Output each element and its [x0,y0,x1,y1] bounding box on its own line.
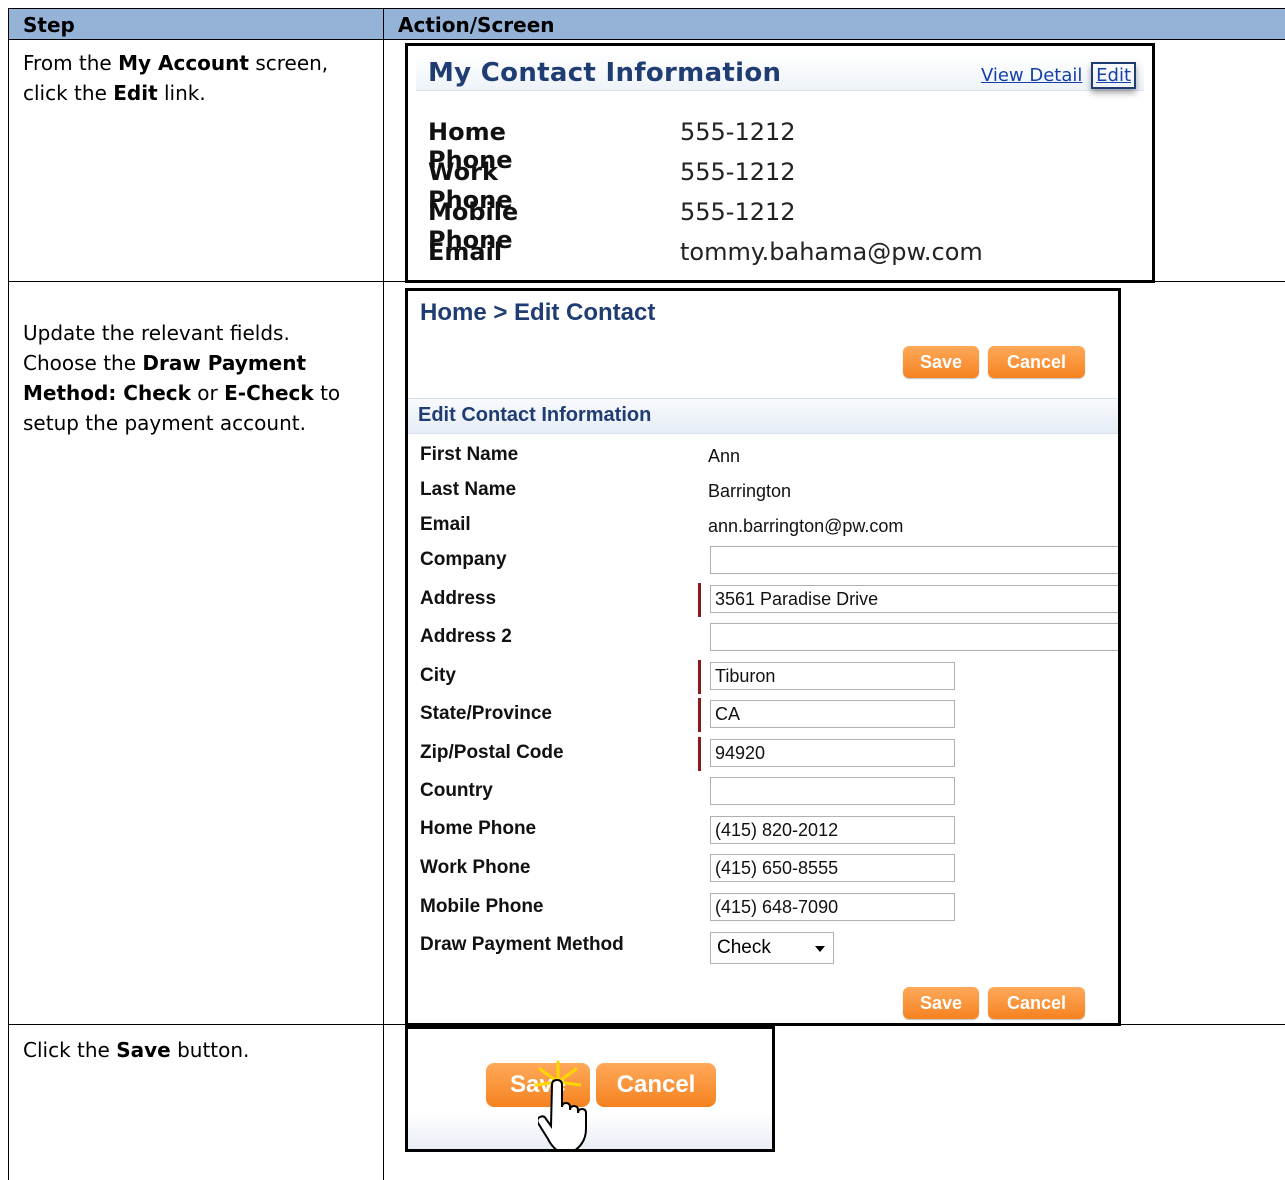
step-bold-text: Edit [113,81,158,105]
contact-value: tommy.bahama@pw.com [680,238,983,266]
address-input[interactable]: 3561 Paradise Drive [710,585,1118,613]
save-button[interactable]: Save [903,987,979,1019]
edit-link-highlight: Edit [1091,62,1136,89]
required-marker [698,737,701,771]
draw-payment-value: Check [717,937,771,958]
first-name-value: Ann [708,446,741,466]
step-2-text: Update the relevant fields. Choose the D… [23,318,368,438]
cancel-button[interactable]: Cancel [988,987,1085,1019]
section-header: Edit Contact Information [408,398,1118,434]
work-phone-label: Work Phone [420,857,531,878]
view-detail-link[interactable]: View Detail [981,65,1082,86]
state-input[interactable]: CA [710,700,955,728]
table-header: Step Action/Screen [8,8,1285,40]
draw-payment-label: Draw Payment Method [420,934,624,955]
required-marker [698,583,701,617]
table-left-border [8,8,9,1180]
contact-label: Email [428,238,503,266]
contact-info-header: My Contact Information View Detail Edit [416,54,1144,91]
contact-info-screenshot: My Contact Information View Detail Edit … [405,43,1155,283]
state-label: State/Province [420,703,552,724]
last-name-value: Barrington [708,481,792,501]
country-label: Country [420,780,493,801]
step-text-segment: From the [23,51,119,75]
home-phone-label: Home Phone [420,818,537,839]
city-input[interactable]: Tiburon [710,662,955,690]
work-phone-input[interactable]: (415) 650-8555 [710,854,955,882]
required-marker [698,698,701,732]
email-label: Email [420,514,471,535]
company-input[interactable] [710,546,1118,574]
contact-value: 555-1212 [680,158,796,186]
email-value: ann.barrington@pw.com [708,516,904,536]
mobile-phone-input[interactable]: (415) 648-7090 [710,893,955,921]
section-title: Edit Contact Information [418,404,652,426]
step-text-segment: link. [157,81,206,105]
step-bold-text: Save [116,1038,171,1062]
company-label: Company [420,549,507,570]
chevron-down-icon [815,946,825,952]
instruction-table: Step Action/Screen From the My Account s… [8,8,1285,1180]
last-name-label: Last Name [420,479,517,500]
edit-link[interactable]: Edit [1096,65,1131,86]
step-text-segment: button. [170,1038,250,1062]
contact-info-title: My Contact Information [428,58,782,88]
column-divider [383,8,384,1180]
cancel-button[interactable]: Cancel [596,1063,716,1107]
address2-label: Address 2 [420,626,512,647]
required-marker [698,660,701,694]
save-click-screenshot: Save Cancel [405,1026,775,1152]
hand-cursor-icon [538,1079,587,1149]
step-1-text: From the My Account screen, click the Ed… [23,48,368,108]
draw-payment-select[interactable]: Check [710,932,834,964]
contact-value: 555-1212 [680,198,796,226]
first-name-label: First Name [420,444,519,465]
contact-info-links: View Detail Edit [981,62,1136,89]
cancel-button[interactable]: Cancel [988,346,1085,378]
step-text-segment: Click the [23,1038,117,1062]
step-bold-text: E-Check [224,381,314,405]
save-button[interactable]: Save [903,346,979,378]
step-text-segment: or [190,381,225,405]
edit-contact-screenshot: Home > Edit Contact Save Cancel Edit Con… [405,288,1121,1026]
zip-input[interactable]: 94920 [710,739,955,767]
step-3-text: Click the Save button. [23,1035,368,1065]
city-label: City [420,665,456,686]
contact-value: 555-1212 [680,118,796,146]
header-step: Step [23,13,75,37]
step-bold-text: My Account [118,51,249,75]
address2-input[interactable] [710,623,1118,651]
zip-label: Zip/Postal Code [420,742,564,763]
mobile-phone-label: Mobile Phone [420,896,544,917]
address-label: Address [420,588,497,609]
breadcrumb: Home > Edit Contact [420,299,656,326]
home-phone-input[interactable]: (415) 820-2012 [710,816,955,844]
country-input[interactable] [710,777,955,805]
header-action: Action/Screen [398,13,555,37]
